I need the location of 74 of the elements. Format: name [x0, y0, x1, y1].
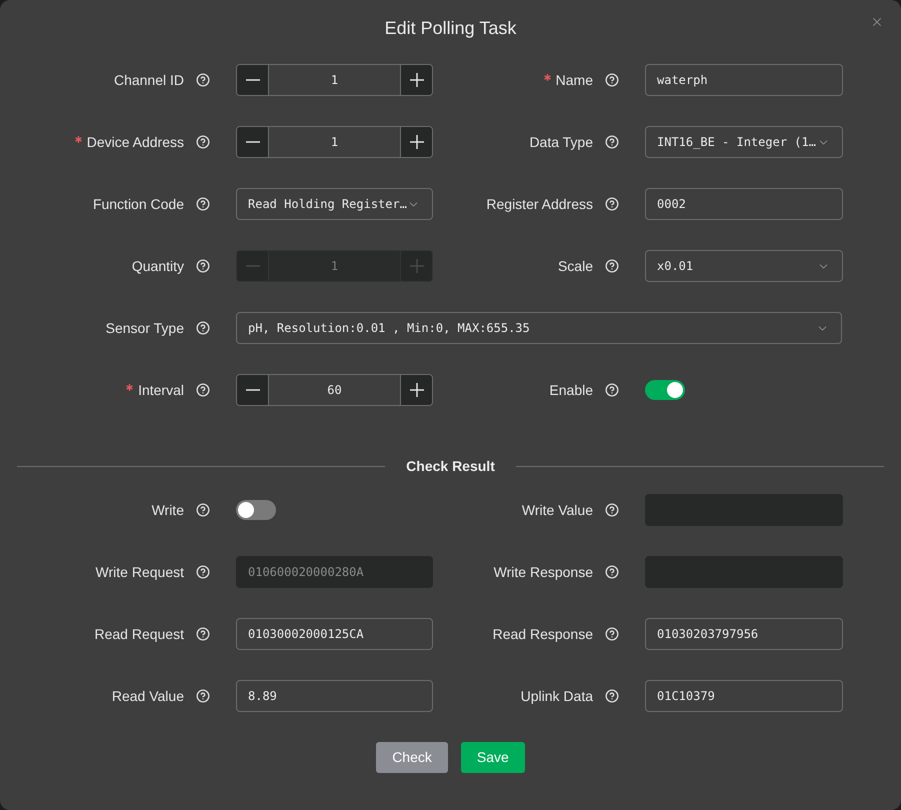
help-icon[interactable] [605, 689, 619, 703]
plus-icon [410, 73, 424, 87]
help-icon[interactable] [196, 321, 210, 335]
dropdown-select[interactable]: x0.01 [645, 250, 843, 282]
field-label: Sensor Type [106, 318, 184, 338]
help-icon[interactable] [605, 135, 619, 149]
text-field[interactable]: 8.89 [236, 680, 433, 712]
minus-icon [246, 265, 260, 267]
help-icon[interactable] [605, 197, 619, 211]
decrement-button[interactable] [237, 127, 269, 157]
toggle-switch[interactable] [236, 500, 276, 520]
text-field[interactable]: 01030002000125CA [236, 618, 433, 650]
field-label: Scale [558, 256, 593, 276]
field-label: Read Response [492, 624, 593, 644]
minus-icon [246, 141, 260, 143]
decrement-button[interactable] [237, 65, 269, 95]
close-button[interactable] [870, 15, 884, 29]
help-icon[interactable] [605, 627, 619, 641]
help-icon[interactable] [196, 689, 210, 703]
help-icon[interactable] [605, 565, 619, 579]
number-field[interactable]: 1 [269, 127, 400, 157]
number-field[interactable]: 1 [269, 65, 400, 95]
text-field[interactable]: 01030203797956 [645, 618, 843, 650]
dropdown-select[interactable]: pH, Resolution:0.01 , Min:0, MAX:655.35 [236, 312, 842, 344]
dropdown-select[interactable]: Read Holding Register… [236, 188, 433, 220]
increment-button[interactable] [400, 65, 432, 95]
field-label: Enable [549, 380, 593, 400]
help-icon[interactable] [196, 503, 210, 517]
increment-button[interactable] [400, 375, 432, 405]
field-label: Read Request [94, 624, 184, 644]
number-field[interactable]: 60 [269, 375, 400, 405]
field-label: Read Value [112, 686, 184, 706]
text-field[interactable]: waterph [645, 64, 843, 96]
close-icon [870, 15, 884, 29]
help-icon[interactable] [605, 259, 619, 273]
help-icon[interactable] [196, 197, 210, 211]
plus-icon [410, 259, 424, 273]
number-stepper[interactable]: 60 [236, 374, 433, 406]
help-icon[interactable] [196, 565, 210, 579]
field-label: Device Address [86, 132, 184, 152]
plus-icon [410, 135, 424, 149]
dropdown-select[interactable]: INT16_BE - Integer (1… [645, 126, 843, 158]
text-field[interactable]: 01C10379 [645, 680, 843, 712]
help-icon[interactable] [196, 627, 210, 641]
number-stepper[interactable]: 1 [236, 126, 433, 158]
field-label: Write Value [522, 500, 593, 520]
field-label: Data Type [529, 132, 593, 152]
dialog-title: Edit Polling Task [384, 16, 516, 40]
field-label: Name [556, 70, 593, 90]
plus-icon [410, 383, 424, 397]
number-stepper[interactable]: 1 [236, 64, 433, 96]
help-icon[interactable] [196, 259, 210, 273]
help-icon[interactable] [196, 135, 210, 149]
field-label: Write [152, 500, 184, 520]
help-icon[interactable] [605, 73, 619, 87]
field-label: Quantity [132, 256, 184, 276]
section-title: Check Result [406, 456, 495, 476]
minus-icon [246, 389, 260, 391]
help-icon[interactable] [605, 503, 619, 517]
field-label: Channel ID [114, 70, 184, 90]
text-field[interactable]: 0002 [645, 188, 843, 220]
field-label: Register Address [486, 194, 593, 214]
field-label: Write Request [96, 562, 184, 582]
help-icon[interactable] [196, 73, 210, 87]
field-label: Function Code [92, 194, 184, 214]
minus-icon [246, 79, 260, 81]
toggle-switch[interactable] [645, 380, 685, 400]
field-label: Uplink Data [520, 686, 593, 706]
field-label: Write Response [494, 562, 593, 582]
help-icon[interactable] [605, 383, 619, 397]
field-label: Interval [138, 380, 184, 400]
decrement-button[interactable] [237, 375, 269, 405]
increment-button[interactable] [400, 127, 432, 157]
help-icon[interactable] [196, 383, 210, 397]
